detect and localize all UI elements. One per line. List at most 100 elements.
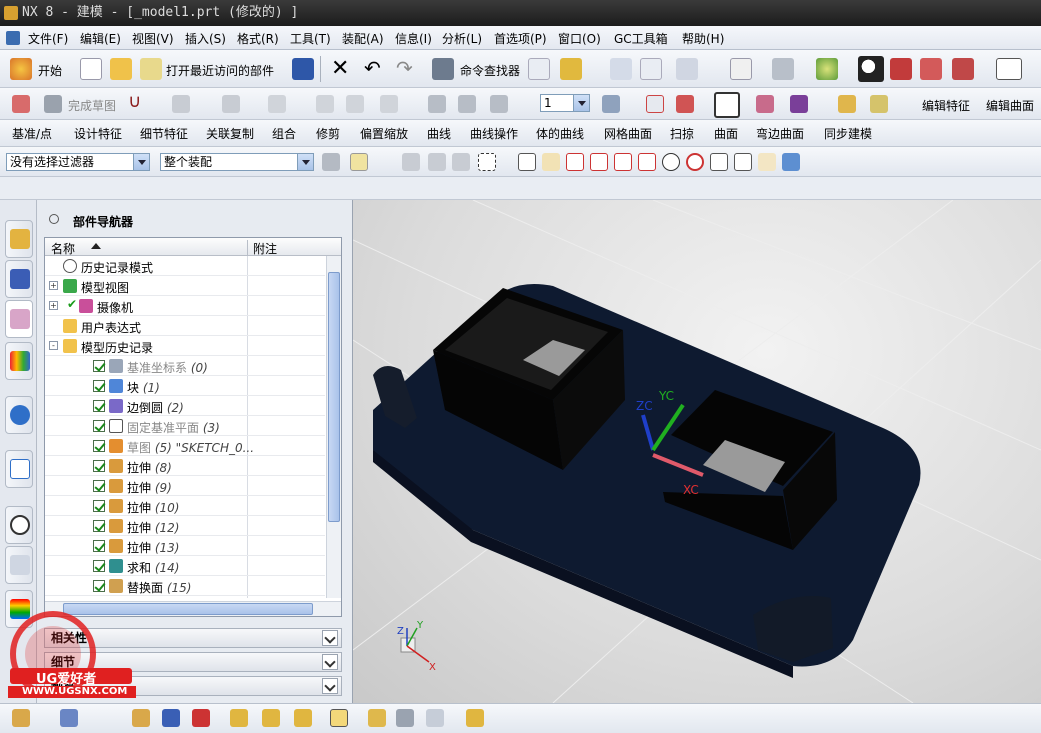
save-icon[interactable] [292,58,314,80]
assembly-navigator-tab[interactable] [5,220,33,258]
collapse-icon[interactable]: - [49,341,58,350]
snap-point-icon[interactable] [790,95,808,113]
tree-row[interactable]: - 模型历史记录 [45,336,325,356]
sequence-icon[interactable] [262,709,280,727]
menu-format[interactable]: 格式(R) [237,30,279,47]
mirror-assembly-icon[interactable] [132,709,150,727]
general-selection-icon[interactable] [350,153,368,171]
menu-gc-toolbox[interactable]: GC工具箱 [614,30,668,47]
visibility-checkbox[interactable] [93,580,105,592]
edit-feature-menu[interactable]: 编辑特征 [922,97,970,114]
visibility-checkbox[interactable] [93,400,105,412]
constraint-navigator-tab[interactable] [5,260,33,298]
filter-reset-icon[interactable] [322,153,340,171]
menu-analysis[interactable]: 分析(L) [442,30,482,47]
move-part-icon[interactable] [490,95,508,113]
pin-icon[interactable] [49,214,59,224]
chevron-down-icon[interactable] [322,678,338,694]
menu-insert[interactable]: 插入(S) [185,30,226,47]
snap-view-icon[interactable] [610,58,632,80]
expand-icon[interactable]: + [49,281,58,290]
ribbon-sweep[interactable]: 扫掠 [670,125,694,142]
section-icon[interactable] [952,58,974,80]
undo-icon[interactable]: ↶ [364,56,381,80]
visibility-checkbox[interactable] [93,440,105,452]
new-file-icon[interactable] [80,58,102,80]
visibility-checkbox[interactable] [93,480,105,492]
finish-sketch-icon[interactable] [44,95,62,113]
dimension-icon[interactable] [346,95,364,113]
new-component-icon[interactable] [60,709,78,727]
profile-icon[interactable]: ∪ [128,91,141,112]
sphere-icon[interactable] [816,58,838,80]
visibility-checkbox[interactable] [93,380,105,392]
command-finder-button[interactable]: 命令查找器 [460,62,520,79]
visibility-checkbox[interactable] [93,540,105,552]
visibility-checkbox[interactable] [93,360,105,372]
visibility-checkbox[interactable] [93,460,105,472]
snap-tangent-icon[interactable] [638,153,656,171]
cut-icon[interactable]: ✕ [331,56,349,81]
edit-surface-menu[interactable]: 编辑曲面 [986,97,1034,114]
tree-row[interactable]: 拉伸 (9) [45,476,325,496]
ribbon-detail-feature[interactable]: 细节特征 [140,125,188,142]
redo-icon[interactable]: ↷ [396,56,413,80]
menu-info[interactable]: 信息(I) [395,30,432,47]
constraint-icon[interactable] [162,709,180,727]
ribbon-combine[interactable]: 组合 [272,125,296,142]
chevron-down-icon[interactable] [322,630,338,646]
point-icon[interactable] [646,95,664,113]
nx-menu-icon[interactable] [6,31,20,45]
link-icon[interactable] [368,709,386,727]
tree-row[interactable]: + 模型视图 [45,276,325,296]
trim-icon[interactable] [316,95,334,113]
vertical-scrollbar[interactable] [326,256,341,598]
snap-control-icon[interactable] [566,153,584,171]
tools-icon[interactable] [560,58,582,80]
visibility-checkbox[interactable] [93,420,105,432]
graphics-window[interactable]: ZC YC XC Z Y X [353,200,1041,703]
menu-edit[interactable]: 编辑(E) [80,30,121,47]
sketch-icon[interactable] [12,95,30,113]
ribbon-body-curve[interactable]: 体的曲线 [536,125,584,142]
ribbon-sync-modeling[interactable]: 同步建模 [824,125,872,142]
tree-row[interactable]: 拉伸 (13) [45,536,325,556]
tree-row[interactable]: 基准坐标系 (0) [45,356,325,376]
select-face-icon[interactable] [428,153,446,171]
ribbon-design-feature[interactable]: 设计特征 [74,125,122,142]
layer-settings-icon[interactable] [602,95,620,113]
info-icon[interactable] [676,58,698,80]
menu-file[interactable]: 文件(F) [28,30,68,47]
start-button[interactable]: 开始 [38,62,62,79]
snap-point-on-curve-icon[interactable] [710,153,728,171]
ribbon-curve-operation[interactable]: 曲线操作 [470,125,518,142]
arrangement-icon[interactable] [294,709,312,727]
explosion-icon[interactable] [230,709,248,727]
snap-bounded-grid-icon[interactable] [758,153,776,171]
column-name-header[interactable]: 名称 [51,240,75,257]
component-array-icon[interactable] [466,709,484,727]
background-icon[interactable] [996,58,1022,80]
system-materials-tab[interactable] [5,506,33,544]
show-bodies-icon[interactable] [782,153,800,171]
web-browser-tab[interactable] [5,396,33,434]
tree-row[interactable]: 拉伸 (10) [45,496,325,516]
scope-select[interactable]: 整个装配 [160,153,314,171]
add-component-icon[interactable] [12,709,30,727]
ribbon-offset-scale[interactable]: 偏置缩放 [360,125,408,142]
start-icon[interactable] [10,58,32,80]
snap-endpoint-icon[interactable] [518,153,536,171]
scroll-thumb[interactable] [328,272,340,522]
chevron-down-icon[interactable] [322,654,338,670]
render-icon[interactable] [772,58,794,80]
expand-icon[interactable]: + [49,301,58,310]
open-folder-icon[interactable] [110,58,132,80]
measure-angle-icon[interactable] [870,95,888,113]
snap-center-icon[interactable] [662,153,680,171]
mirror-icon[interactable] [380,95,398,113]
shaded-edges-icon[interactable] [890,58,912,80]
measure-distance-icon[interactable] [838,95,856,113]
open-recent-icon[interactable] [140,58,162,80]
rectangle-select-icon[interactable] [478,153,496,171]
tree-row[interactable]: 历史记录模式 [45,256,325,276]
